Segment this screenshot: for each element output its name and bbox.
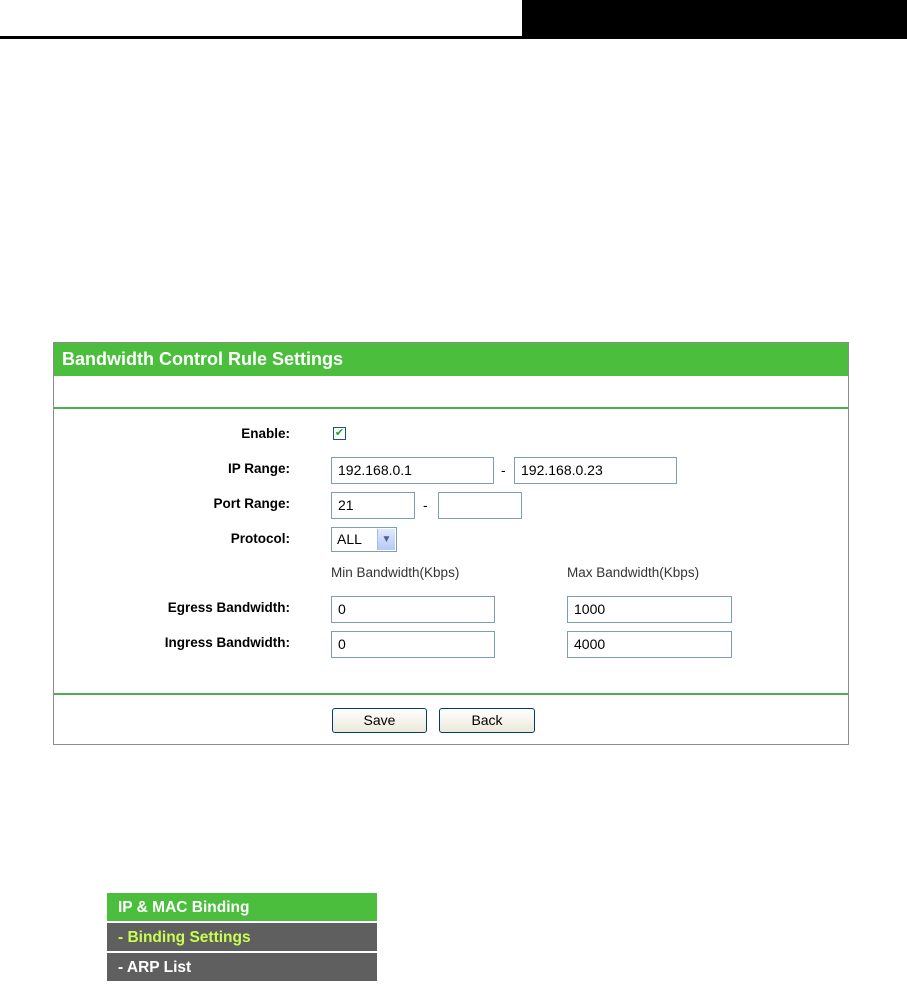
panel-title: Bandwidth Control Rule Settings xyxy=(54,343,848,376)
header-block xyxy=(522,0,907,39)
egress-bandwidth-label: Egress Bandwidth: xyxy=(167,600,290,615)
port-range-label: Port Range: xyxy=(213,496,290,511)
ingress-min-input[interactable]: 0 xyxy=(331,631,495,658)
min-bandwidth-header: Min Bandwidth(Kbps) xyxy=(331,565,460,580)
bandwidth-rule-panel: Bandwidth Control Rule Settings Enable: … xyxy=(53,342,849,745)
ingress-bandwidth-label: Ingress Bandwidth: xyxy=(164,635,290,650)
port-range-separator: - xyxy=(423,497,428,513)
ingress-max-input[interactable]: 4000 xyxy=(567,631,732,658)
sidebar-item-binding-settings[interactable]: - Binding Settings xyxy=(107,923,377,953)
protocol-label: Protocol: xyxy=(230,531,290,546)
egress-max-input[interactable]: 1000 xyxy=(567,596,732,623)
ip-end-input[interactable]: 192.168.0.23 xyxy=(514,457,677,484)
egress-min-input[interactable]: 0 xyxy=(331,596,495,623)
port-start-input[interactable]: 21 xyxy=(331,492,415,519)
sidebar-item-ip-mac-binding[interactable]: IP & MAC Binding xyxy=(107,893,377,923)
chevron-down-icon[interactable]: ▼ xyxy=(377,529,395,550)
enable-label: Enable: xyxy=(241,426,290,441)
protocol-selected-value: ALL xyxy=(337,531,362,547)
top-divider xyxy=(54,407,848,409)
enable-checkbox[interactable]: ✔ xyxy=(333,427,346,440)
ip-range-separator: - xyxy=(501,462,506,478)
port-end-input[interactable] xyxy=(438,492,522,519)
save-button[interactable]: Save xyxy=(332,708,427,733)
ip-start-input[interactable]: 192.168.0.1 xyxy=(331,457,494,484)
sidebar-menu: IP & MAC Binding - Binding Settings - AR… xyxy=(107,893,377,983)
protocol-select[interactable]: ALL ▼ xyxy=(331,527,397,552)
bottom-divider xyxy=(54,693,848,695)
ip-range-label: IP Range: xyxy=(227,461,290,476)
sidebar-item-arp-list[interactable]: - ARP List xyxy=(107,953,377,983)
max-bandwidth-header: Max Bandwidth(Kbps) xyxy=(567,565,700,580)
back-button[interactable]: Back xyxy=(439,708,535,733)
